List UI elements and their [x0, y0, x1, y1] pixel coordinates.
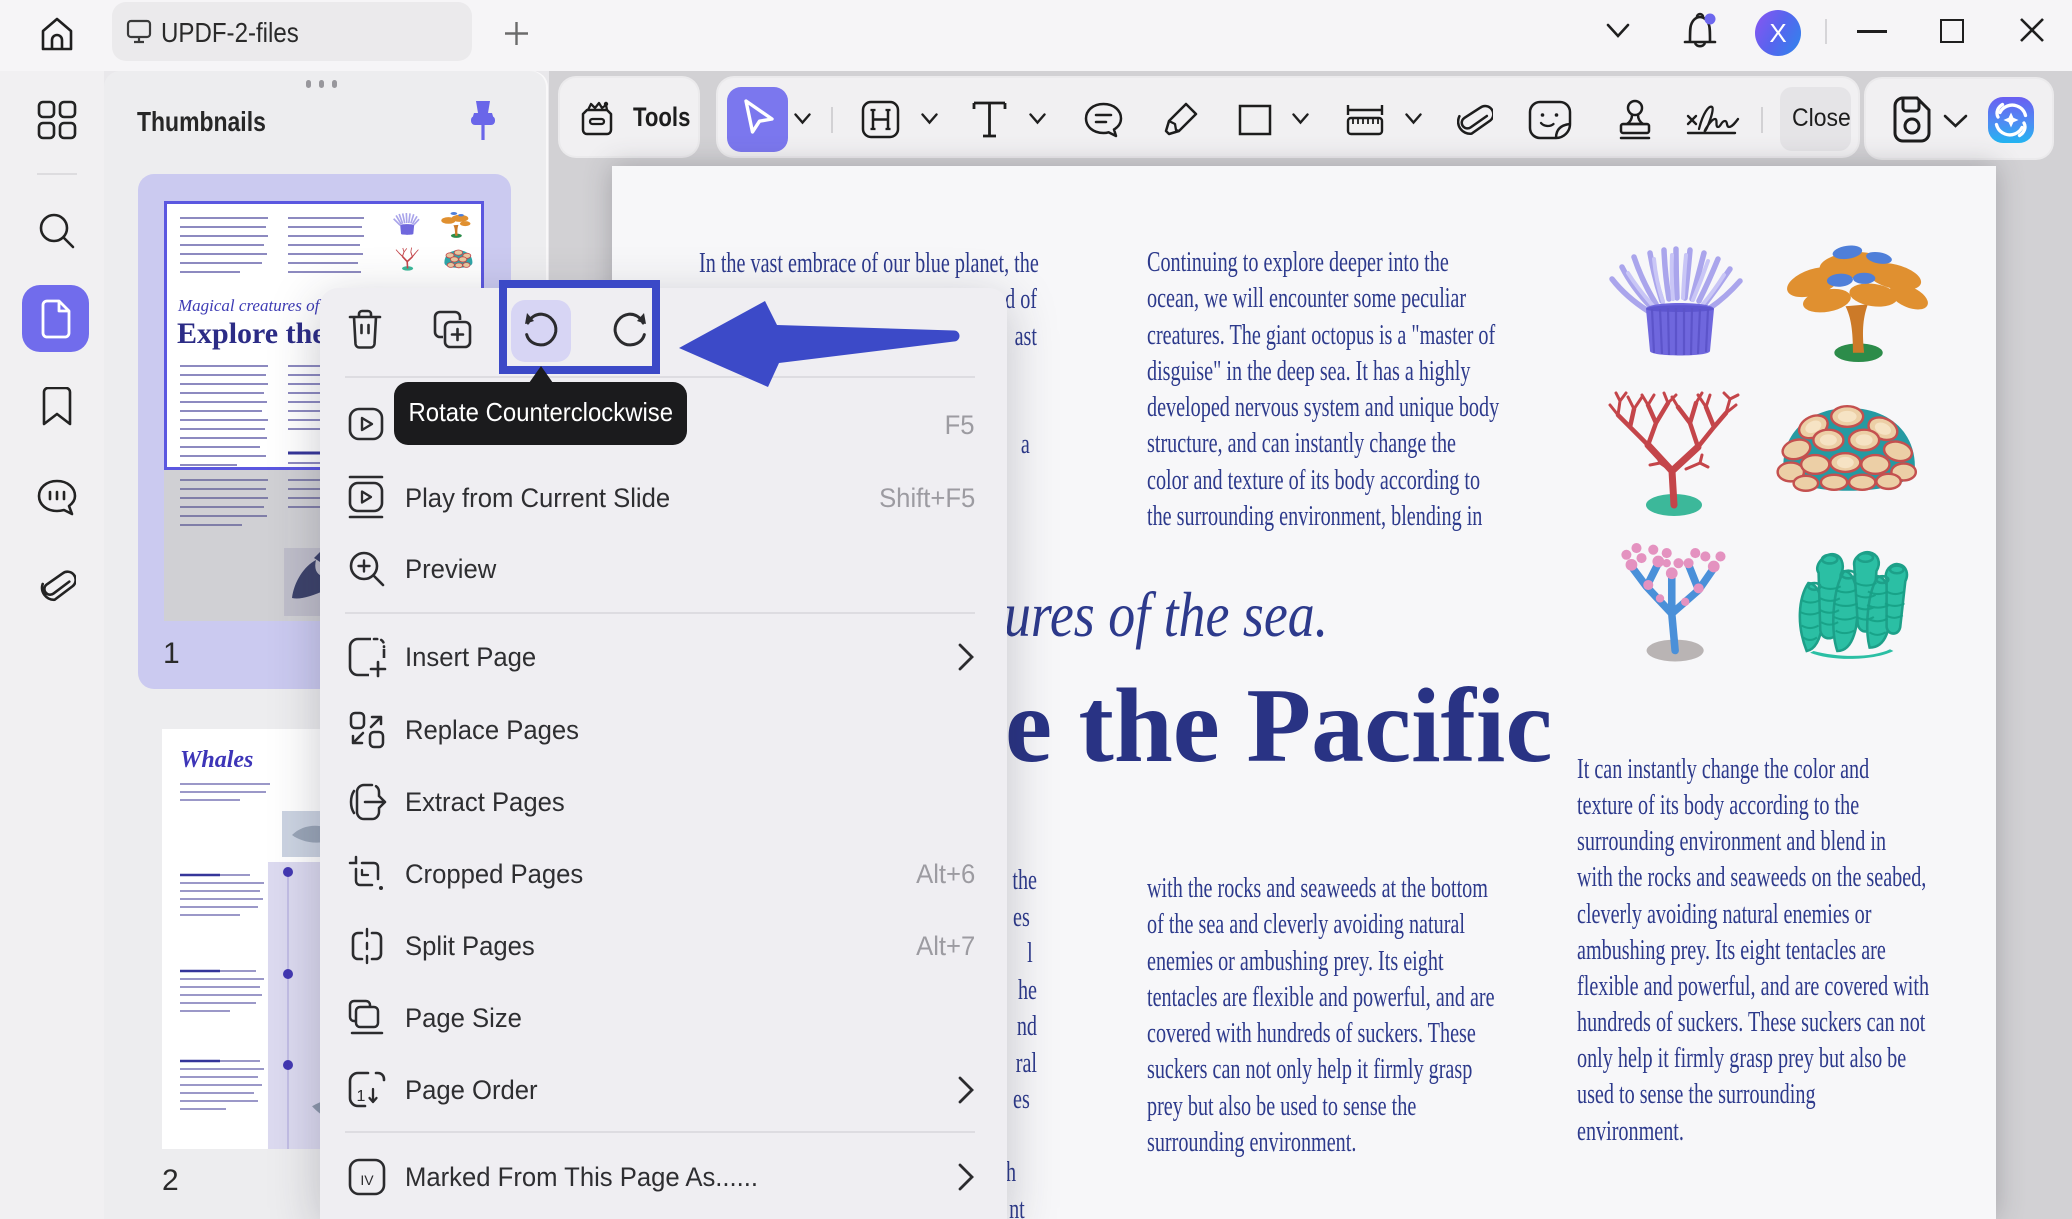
- svg-text:Whales: Whales: [180, 747, 253, 773]
- svg-text:1: 1: [357, 1088, 366, 1105]
- svg-text:IV: IV: [360, 1172, 374, 1188]
